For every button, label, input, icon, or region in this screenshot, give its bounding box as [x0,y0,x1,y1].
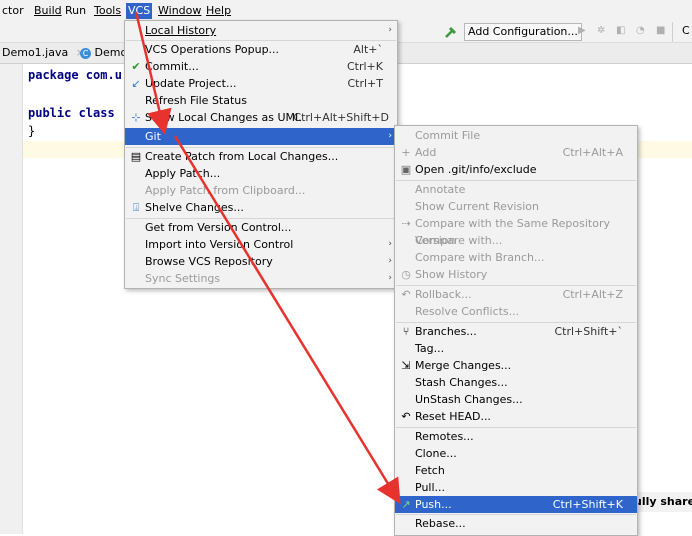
arrow-git-to-push [173,135,401,505]
annotation-arrows [134,11,401,505]
arrow-vcs-to-git [134,11,172,135]
